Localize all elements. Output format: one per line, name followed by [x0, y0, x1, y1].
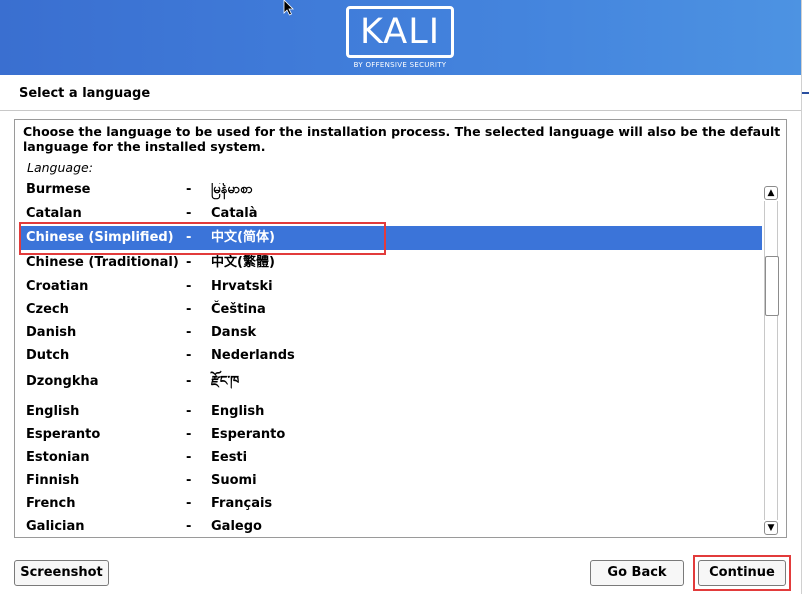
language-name: Danish [26, 325, 77, 340]
screenshot-button[interactable]: Screenshot [14, 560, 109, 586]
language-native-name: Hrvatski [211, 279, 273, 294]
language-separator: - [186, 206, 192, 221]
language-native-name: Suomi [211, 473, 257, 488]
scroll-down-button[interactable]: ▼ [764, 521, 778, 535]
language-name: Croatian [26, 279, 89, 294]
language-native-name: Dansk [211, 325, 257, 340]
logo-subtitle: BY OFFENSIVE SECURITY [353, 61, 447, 69]
language-separator: - [186, 519, 192, 534]
language-separator: - [186, 255, 192, 270]
language-separator: - [186, 427, 192, 442]
language-separator: - [186, 404, 192, 419]
language-name: Esperanto [26, 427, 101, 442]
language-name: Dzongkha [26, 374, 99, 389]
language-separator: - [186, 325, 192, 340]
language-name: Chinese (Traditional) [26, 255, 179, 270]
language-name: Czech [26, 302, 69, 317]
scroll-thumb[interactable] [765, 256, 779, 316]
instructions-text: Choose the language to be used for the i… [23, 124, 781, 154]
language-separator: - [186, 302, 192, 317]
language-native-name: 中文(繁體) [211, 255, 275, 270]
page-title: Select a language [19, 86, 151, 101]
language-native-name: Eesti [211, 450, 248, 465]
language-native-name: Nederlands [211, 348, 295, 363]
language-name: Galician [26, 519, 85, 534]
scroll-track[interactable] [764, 201, 779, 520]
language-name: Catalan [26, 206, 82, 221]
language-separator: - [186, 450, 192, 465]
language-separator: - [186, 348, 192, 363]
language-native-name: Esperanto [211, 427, 286, 442]
language-list-label: Language: [27, 160, 93, 175]
language-separator: - [186, 279, 192, 294]
language-name: Dutch [26, 348, 70, 363]
edge-accent-mark [802, 92, 809, 94]
language-native-name: Français [211, 496, 273, 511]
logo-text: KALI [359, 11, 441, 52]
language-native-name: English [211, 404, 265, 419]
chevron-up-icon: ▲ [767, 188, 775, 198]
language-separator: - [186, 473, 192, 488]
language-name: French [26, 496, 76, 511]
chevron-down-icon: ▼ [767, 523, 775, 533]
selection-annotation-box [19, 222, 386, 255]
language-native-name: မြန်မာစာ [211, 183, 253, 197]
language-separator: - [186, 496, 192, 511]
language-name: Finnish [26, 473, 80, 488]
language-separator: - [186, 374, 192, 389]
language-name: Estonian [26, 450, 90, 465]
language-native-name: Galego [211, 519, 262, 534]
language-separator: - [186, 183, 192, 197]
language-native-name: Čeština [211, 302, 266, 317]
scroll-up-button[interactable]: ▲ [764, 186, 778, 200]
go-back-button[interactable]: Go Back [590, 560, 684, 586]
continue-annotation-box [693, 555, 791, 591]
mouse-cursor-icon [283, 0, 294, 16]
window-right-edge [801, 0, 809, 594]
language-native-name: རྫོང་ཁ [211, 374, 240, 389]
kali-logo: KALI [346, 6, 454, 58]
language-native-name: Català [211, 206, 258, 221]
language-name: Burmese [26, 183, 91, 197]
language-name: English [26, 404, 80, 419]
language-list-scrollbar[interactable]: ▲ ▼ [764, 186, 780, 536]
title-divider [0, 110, 801, 111]
